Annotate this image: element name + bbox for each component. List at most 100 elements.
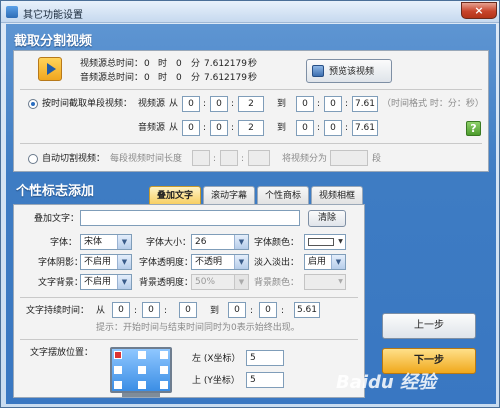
preview-button[interactable]: 预览该视频 bbox=[306, 59, 392, 83]
font-opacity-label: 字体透明度： bbox=[139, 258, 194, 268]
position-cell-top-center[interactable] bbox=[138, 351, 146, 359]
audio-from-seconds[interactable]: 2 bbox=[238, 120, 264, 136]
mode-auto-label: 自动切割视频： bbox=[42, 154, 106, 164]
position-cell-bottom-left[interactable] bbox=[114, 381, 122, 389]
video-total-minutes: 0 bbox=[176, 59, 182, 69]
title-bar: 其它功能设置 × bbox=[1, 1, 499, 23]
video-from-seconds[interactable]: 2 bbox=[238, 96, 264, 112]
left-coordinate-input[interactable]: 5 bbox=[246, 350, 284, 366]
duration-end-seconds[interactable]: 5.61 bbox=[294, 302, 320, 318]
video-to-minutes[interactable]: 0 bbox=[324, 96, 342, 112]
position-cell-middle-right[interactable] bbox=[160, 366, 168, 374]
divider bbox=[20, 339, 358, 340]
duration-start-minutes[interactable]: 0 bbox=[142, 302, 160, 318]
audio-to-minutes[interactable]: 0 bbox=[324, 120, 342, 136]
duration-hint: 提示：开始时间与结束时间同时为0表示始终出现。 bbox=[96, 323, 300, 333]
segment-length-label: 每段视频时间长度 bbox=[110, 154, 183, 164]
colon: : bbox=[250, 306, 254, 316]
position-cell-bottom-right[interactable] bbox=[160, 381, 168, 389]
video-from-hours[interactable]: 0 bbox=[182, 96, 200, 112]
video-from-minutes[interactable]: 0 bbox=[210, 96, 228, 112]
segment-count-input[interactable] bbox=[330, 150, 368, 166]
colon: : bbox=[241, 154, 245, 164]
position-grid[interactable] bbox=[110, 347, 172, 393]
colon: : bbox=[317, 99, 321, 109]
font-size-select[interactable]: 26 ▼ bbox=[191, 234, 249, 250]
watermark: Baidu 经验 bbox=[336, 372, 437, 393]
tab-video-frame[interactable]: 视频相框 bbox=[311, 186, 363, 204]
audio-to-label: 到 bbox=[277, 123, 287, 133]
mode-auto-radio[interactable] bbox=[28, 154, 38, 164]
audio-to-hours[interactable]: 0 bbox=[296, 120, 314, 136]
segment-hours-input[interactable] bbox=[192, 150, 210, 166]
tab-scrolling-caption[interactable]: 滚动字幕 bbox=[203, 186, 255, 204]
duration-end-hours[interactable]: 0 bbox=[228, 302, 246, 318]
chevron-down-icon: ▼ bbox=[338, 278, 343, 285]
font-select[interactable]: 宋体 ▼ bbox=[80, 234, 132, 250]
overlay-text-input[interactable] bbox=[80, 210, 300, 226]
segment-minutes-input[interactable] bbox=[220, 150, 238, 166]
audio-from-hours[interactable]: 0 bbox=[182, 120, 200, 136]
chevron-down-icon: ▼ bbox=[117, 235, 131, 249]
chevron-down-icon: ▼ bbox=[234, 235, 248, 249]
colon: : bbox=[231, 99, 235, 109]
audio-total-hours-unit: 时 bbox=[158, 73, 168, 83]
personal-section-title: 个性标志添加 bbox=[16, 184, 95, 199]
position-cell-top-left[interactable] bbox=[114, 351, 122, 359]
mode-by-time-radio[interactable] bbox=[28, 99, 38, 109]
duration-start-hours[interactable]: 0 bbox=[112, 302, 130, 318]
position-cell-middle-left[interactable] bbox=[114, 366, 122, 374]
top-coordinate-input[interactable]: 5 bbox=[246, 372, 284, 388]
help-icon[interactable]: ? bbox=[466, 121, 481, 136]
fade-select[interactable]: 启用 ▼ bbox=[304, 254, 346, 270]
tab-overlay-text[interactable]: 叠加文字 bbox=[149, 186, 201, 204]
bg-label: 文字背景： bbox=[38, 278, 84, 288]
video-total-hours: 0 bbox=[144, 59, 150, 69]
position-cell-bottom-center[interactable] bbox=[138, 381, 146, 389]
tab-custom-logo[interactable]: 个性商标 bbox=[257, 186, 309, 204]
mode-by-time-label: 按时间截取单段视频： bbox=[42, 99, 133, 109]
app-icon bbox=[6, 6, 18, 18]
preview-button-label: 预览该视频 bbox=[329, 67, 375, 77]
colon: : bbox=[345, 123, 349, 133]
divider bbox=[20, 297, 358, 298]
clip-section-title: 截取分割视频 bbox=[14, 34, 93, 49]
audio-from-minutes[interactable]: 0 bbox=[210, 120, 228, 136]
duration-to-label: 到 bbox=[210, 306, 220, 316]
bg-opacity-value: 50% bbox=[195, 277, 216, 287]
video-to-hours[interactable]: 0 bbox=[296, 96, 314, 112]
segment-seconds-input[interactable] bbox=[248, 150, 270, 166]
position-cell-center[interactable] bbox=[138, 366, 146, 374]
clear-button[interactable]: 清除 bbox=[308, 210, 346, 227]
shadow-select[interactable]: 不启用 ▼ bbox=[80, 254, 132, 270]
colon: : bbox=[203, 99, 207, 109]
divider bbox=[20, 143, 482, 144]
chevron-down-icon: ▼ bbox=[331, 255, 345, 269]
time-format-hint: （时间格式 时：分：秒） bbox=[382, 99, 484, 109]
close-button[interactable]: × bbox=[461, 2, 497, 19]
video-to-label: 到 bbox=[277, 99, 287, 109]
chevron-down-icon: ▼ bbox=[234, 255, 248, 269]
bg-opacity-select[interactable]: 50% ▼ bbox=[191, 274, 249, 290]
bg-color-picker[interactable]: ▼ bbox=[304, 274, 346, 290]
video-source-label: 视频源 bbox=[138, 99, 166, 109]
content-area: 截取分割视频 视频源总时间： 0 时 0 分 7.612179 秒 音频源总时间… bbox=[6, 24, 496, 404]
bg-opacity-label: 背景透明度： bbox=[139, 278, 194, 288]
color-swatch bbox=[308, 238, 334, 246]
left-coordinate-label: 左 (X坐标） bbox=[192, 354, 241, 364]
bg-select[interactable]: 不启用 ▼ bbox=[80, 274, 132, 290]
position-cell-top-right[interactable] bbox=[160, 351, 168, 359]
chevron-down-icon: ▼ bbox=[117, 275, 131, 289]
video-total-minutes-unit: 分 bbox=[191, 59, 201, 69]
audio-to-seconds[interactable]: 7.61 bbox=[352, 120, 378, 136]
font-opacity-select[interactable]: 不透明 ▼ bbox=[191, 254, 249, 270]
colon: : bbox=[317, 123, 321, 133]
prev-button[interactable]: 上一步 bbox=[382, 313, 476, 339]
font-color-picker[interactable]: ▼ bbox=[304, 234, 346, 250]
duration-end-minutes[interactable]: 0 bbox=[259, 302, 277, 318]
chevron-down-icon: ▼ bbox=[234, 275, 248, 289]
chevron-down-icon: ▼ bbox=[117, 255, 131, 269]
duration-start-seconds[interactable]: 0 bbox=[179, 302, 197, 318]
video-to-seconds[interactable]: 7.61 bbox=[352, 96, 378, 112]
audio-total-minutes: 0 bbox=[176, 73, 182, 83]
